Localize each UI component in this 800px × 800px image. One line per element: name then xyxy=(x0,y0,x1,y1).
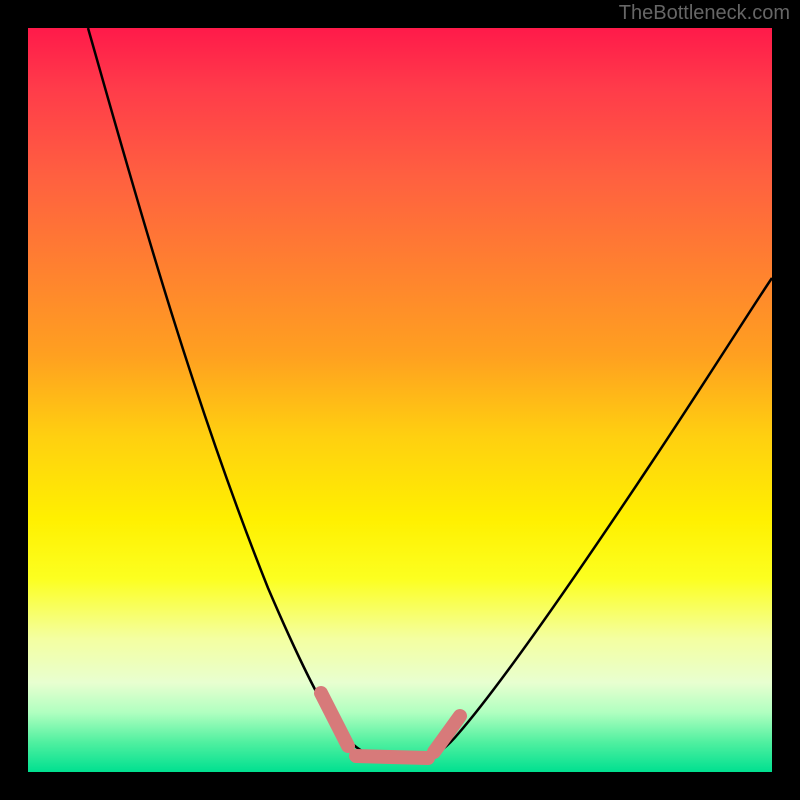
curve-overlay xyxy=(28,28,772,772)
highlight-ticks xyxy=(321,693,460,758)
chart-container: TheBottleneck.com xyxy=(0,0,800,800)
watermark-text: TheBottleneck.com xyxy=(619,2,790,25)
bottleneck-curve xyxy=(88,28,772,758)
highlight-flat xyxy=(356,756,428,758)
highlight-tick-left xyxy=(321,693,348,746)
plot-area xyxy=(28,28,772,772)
